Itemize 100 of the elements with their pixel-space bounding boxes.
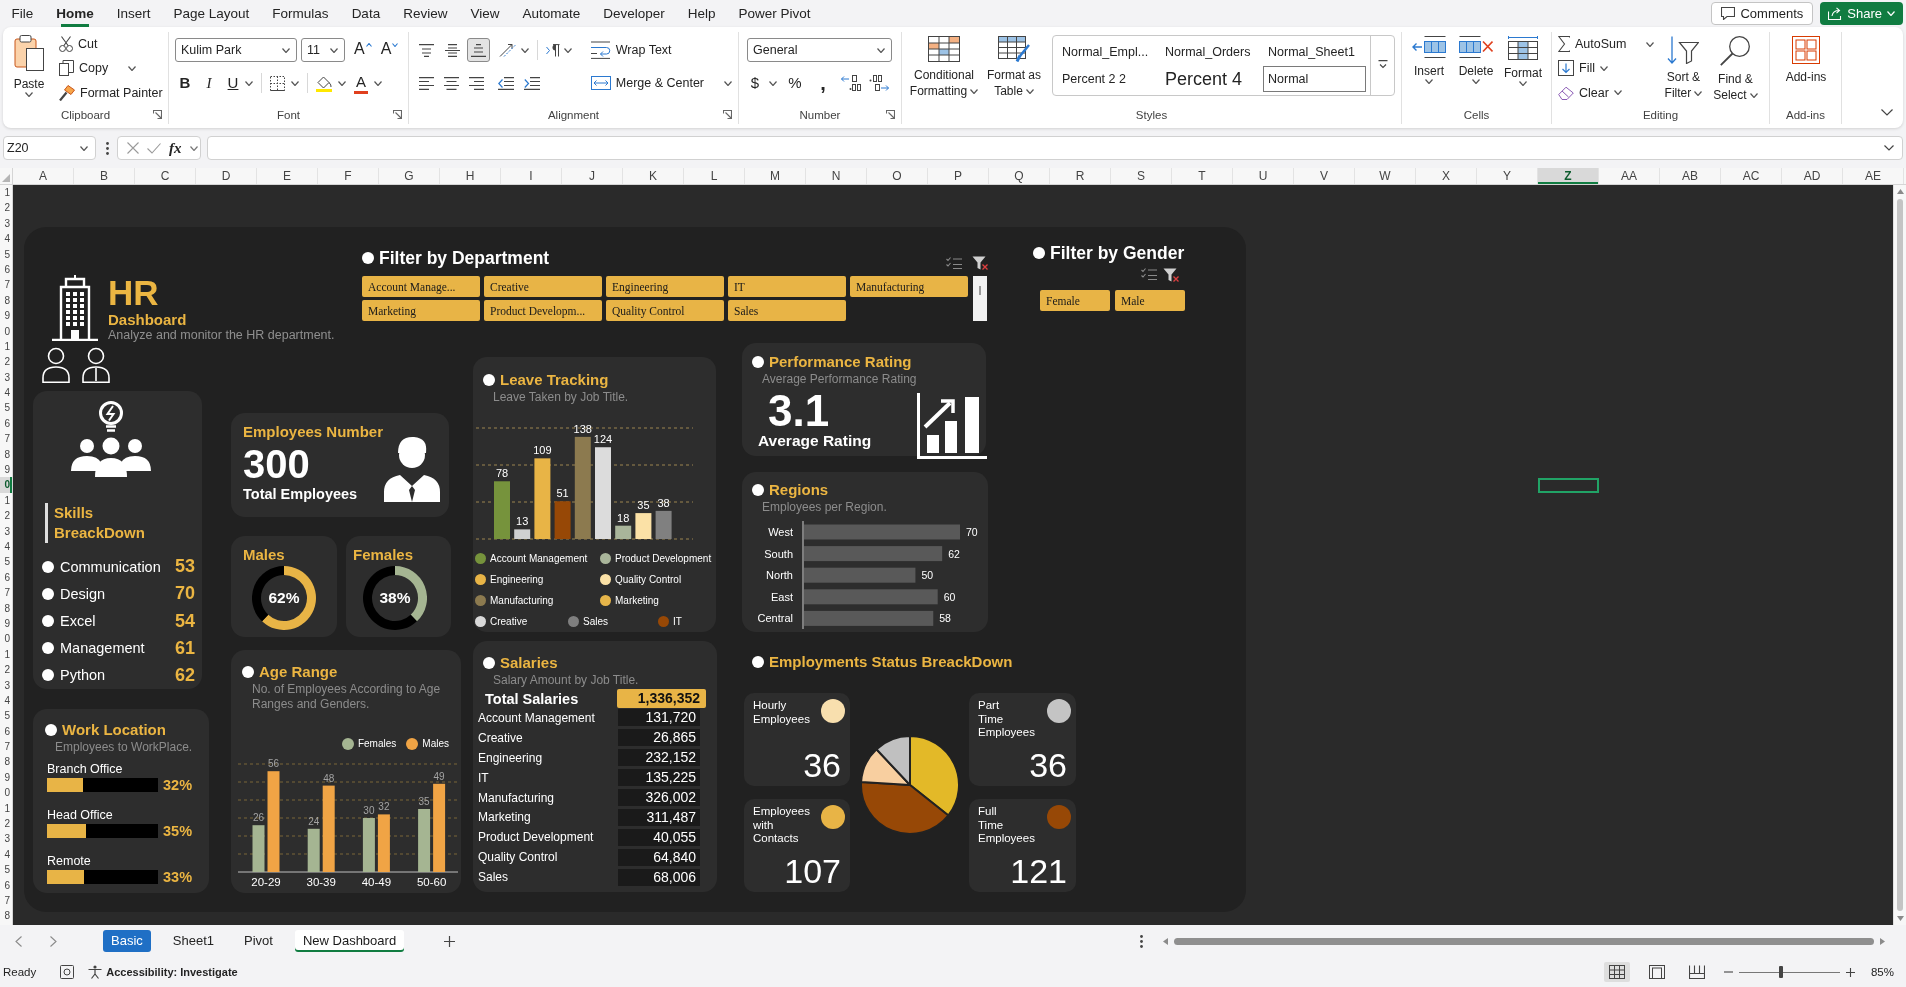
check-icon[interactable] — [147, 142, 161, 154]
menu-tab[interactable]: Help — [676, 0, 728, 27]
sheet-tab[interactable]: Pivot — [236, 930, 281, 952]
dialog-launcher-icon[interactable] — [153, 110, 162, 119]
column-header[interactable]: B — [74, 168, 135, 184]
find-select-button[interactable]: Find & Select — [1710, 32, 1761, 105]
cell-style-option[interactable]: Normal — [1263, 66, 1366, 93]
menu-tab[interactable]: View — [458, 0, 511, 27]
row-header[interactable]: 0 — [0, 323, 12, 339]
accessibility-button[interactable]: Accessibility: Investigate — [88, 965, 238, 979]
menu-tab[interactable]: Formulas — [260, 0, 341, 27]
row-header[interactable]: 1 — [0, 338, 12, 355]
row-header[interactable]: 3 — [0, 677, 12, 693]
column-header[interactable]: U — [1233, 168, 1294, 184]
row-header[interactable]: 8 — [0, 754, 12, 770]
row-header[interactable]: 4 — [0, 231, 12, 247]
add-sheet-icon[interactable] — [444, 935, 456, 947]
bold-button[interactable]: B — [175, 71, 195, 95]
row-header[interactable]: 3 — [0, 831, 12, 847]
insert-cells-button[interactable]: Insert — [1408, 32, 1450, 105]
copy-button[interactable]: Copy — [59, 56, 163, 81]
cell-style-option[interactable]: Percent 4 — [1160, 66, 1263, 93]
caret-icon[interactable] — [769, 80, 777, 86]
comments-button[interactable]: Comments — [1711, 2, 1814, 25]
filter-button[interactable]: Manufacturing — [850, 276, 968, 297]
clear-filter-icon[interactable] — [1163, 268, 1179, 282]
column-header[interactable]: J — [562, 168, 623, 184]
row-header[interactable]: 9 — [0, 462, 12, 478]
row-header[interactable]: 6 — [0, 723, 12, 740]
next-sheet-icon[interactable] — [50, 935, 57, 947]
formula-input[interactable] — [207, 136, 1903, 160]
gallery-expand-icon[interactable] — [1377, 60, 1388, 70]
insert-function-button[interactable]: fx — [169, 138, 182, 158]
row-header[interactable]: 1 — [0, 800, 12, 816]
filter-button[interactable]: Engineering — [606, 276, 724, 297]
caret-icon[interactable] — [245, 80, 253, 86]
menu-tab[interactable]: Review — [391, 0, 459, 27]
column-header[interactable]: O — [867, 168, 928, 184]
font-color-button[interactable]: A — [354, 72, 368, 94]
row-header[interactable]: 6 — [0, 877, 12, 893]
currency-button[interactable]: $ — [745, 71, 765, 95]
column-header[interactable]: E — [257, 168, 318, 184]
column-header[interactable]: K — [623, 168, 684, 184]
column-header[interactable]: G — [379, 168, 440, 184]
row-header[interactable]: 2 — [0, 816, 12, 832]
caret-icon[interactable] — [564, 47, 572, 53]
caret-icon[interactable] — [521, 47, 529, 53]
column-header[interactable]: X — [1416, 168, 1477, 184]
filter-button[interactable]: Product Developm... — [484, 300, 602, 321]
align-right-icon[interactable] — [469, 76, 484, 90]
column-header[interactable]: AD — [1782, 168, 1843, 184]
dialog-launcher-icon[interactable] — [723, 110, 732, 119]
caret-icon[interactable] — [189, 145, 198, 151]
increase-decimal-icon[interactable] — [841, 75, 861, 91]
slider-thumb[interactable] — [1779, 966, 1784, 978]
row-header[interactable]: 5 — [0, 400, 12, 416]
row-header[interactable]: 5 — [0, 708, 12, 724]
cell-style-option[interactable]: Percent 2 2 — [1057, 66, 1160, 93]
row-header[interactable]: 6 — [0, 261, 12, 278]
filter-button[interactable]: Quality Control — [606, 300, 724, 321]
row-header[interactable]: 8 — [0, 446, 12, 463]
name-box[interactable]: Z20 — [3, 136, 96, 160]
column-header[interactable]: D — [196, 168, 257, 184]
clear-filter-icon[interactable] — [972, 256, 988, 270]
align-left-icon[interactable] — [419, 76, 434, 90]
fill-bucket-icon[interactable] — [316, 74, 332, 92]
column-header[interactable]: M — [745, 168, 806, 184]
filter-button[interactable]: IT — [728, 276, 846, 297]
underline-button[interactable]: U — [223, 71, 243, 95]
filter-button[interactable]: Sales — [728, 300, 846, 321]
add-ins-button[interactable]: Add-ins — [1778, 32, 1834, 105]
row-header[interactable]: 4 — [0, 692, 12, 709]
row-header[interactable]: 4 — [0, 385, 12, 401]
row-header[interactable]: 9 — [0, 769, 12, 786]
italic-button[interactable]: I — [199, 71, 219, 95]
column-header[interactable]: P — [928, 168, 989, 184]
sheet-tab[interactable]: Basic — [103, 930, 151, 952]
filter-button[interactable]: Marketing — [362, 300, 480, 321]
column-header[interactable]: AA — [1599, 168, 1660, 184]
format-painter-button[interactable]: Format Painter — [59, 80, 163, 105]
column-header[interactable]: L — [684, 168, 745, 184]
column-header[interactable]: V — [1294, 168, 1355, 184]
column-header[interactable]: A — [13, 168, 74, 184]
cell-style-option[interactable]: Normal_Sheet1 — [1263, 38, 1366, 65]
grow-font-button[interactable]: A — [354, 38, 372, 62]
column-header[interactable]: T — [1172, 168, 1233, 184]
fill-button[interactable]: Fill — [1558, 56, 1655, 81]
view-button[interactable] — [1603, 962, 1630, 982]
percent-button[interactable]: % — [785, 71, 805, 95]
vertical-align-button[interactable] — [467, 38, 490, 62]
row-header[interactable]: 6 — [0, 569, 12, 586]
row-header[interactable]: 9 — [0, 615, 12, 632]
selected-cell[interactable] — [1538, 477, 1599, 493]
merge-center-button[interactable]: Merge & Center — [590, 70, 732, 96]
row-header[interactable]: 4 — [0, 539, 12, 555]
share-button[interactable]: Share — [1820, 2, 1903, 25]
font-size-dropdown[interactable]: 11 — [301, 38, 345, 62]
row-header[interactable]: 1 — [0, 492, 12, 509]
comma-style-button[interactable]: , — [813, 71, 833, 95]
expand-formula-icon[interactable] — [1884, 145, 1894, 151]
